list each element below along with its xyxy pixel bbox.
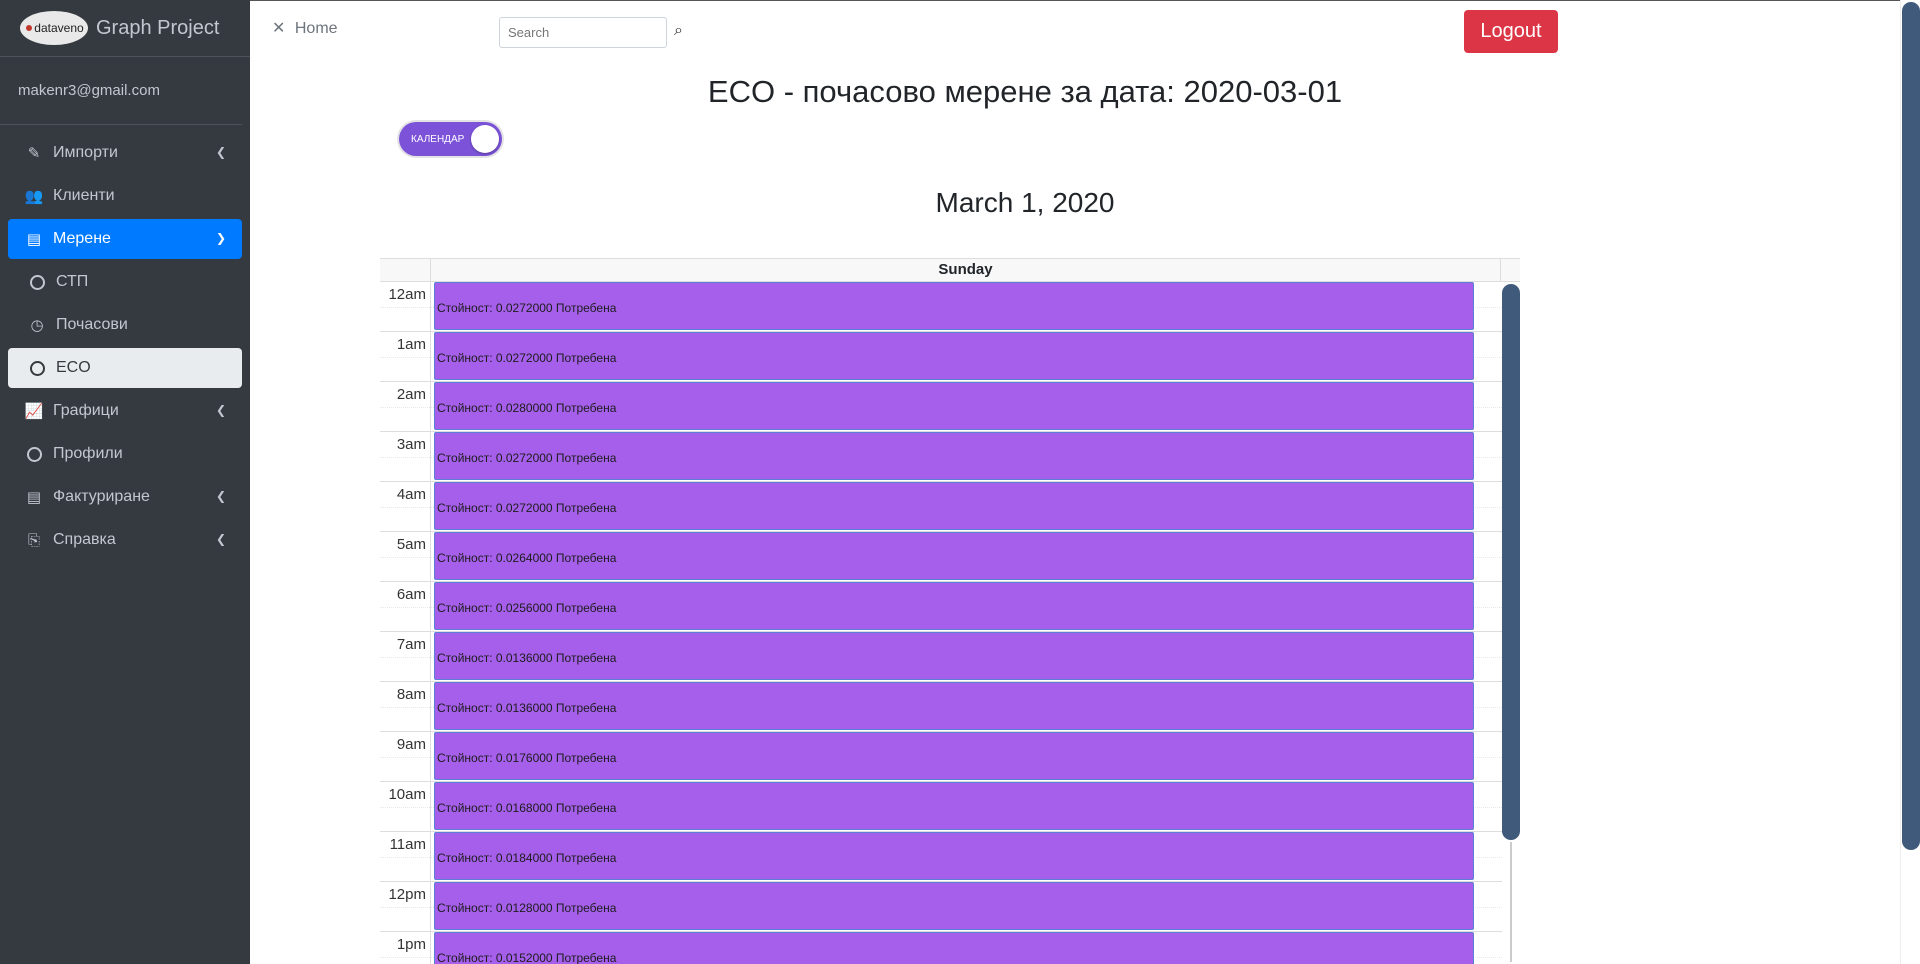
calendar-date: March 1, 2020 xyxy=(935,187,1115,218)
toggle-label: КАЛЕНДАР xyxy=(411,133,465,145)
sidebar-item-label: Справка xyxy=(53,531,116,548)
edit-icon: ✎ xyxy=(27,145,41,162)
topbar: ✕ Home ⌕ Logout xyxy=(250,0,1900,64)
circle-icon xyxy=(26,274,48,290)
page-title: ECO - почасово мерене за дата: 2020-03-0… xyxy=(707,74,1343,109)
calendar-event[interactable]: Стойност: 0.0280000 Потребена xyxy=(434,382,1474,430)
calendar-row: 6am Стойност: 0.0256000 Потребена xyxy=(380,582,1520,632)
search-input[interactable] xyxy=(499,17,667,48)
file-icon: ▤ xyxy=(26,231,42,248)
calendar-event[interactable]: Стойност: 0.0152000 Потребена xyxy=(434,932,1474,964)
sidebar-item-imports[interactable]: ✎ Импорти ❮ xyxy=(8,133,242,173)
logout-button[interactable]: Logout xyxy=(1464,10,1558,53)
calendar-header: Sunday xyxy=(380,258,1520,282)
user-panel[interactable]: makenr3@gmail.com xyxy=(0,57,242,125)
calendar-row: 2am Стойност: 0.0280000 Потребена xyxy=(380,382,1520,432)
sidebar-item-label: Мерене xyxy=(53,230,111,247)
sidebar-item-label: Импорти xyxy=(53,144,118,161)
circle-icon xyxy=(23,446,45,462)
calendar-event[interactable]: Стойност: 0.0176000 Потребена xyxy=(434,732,1474,780)
sidebar-item-label: Клиенти xyxy=(53,187,115,204)
calendar-row: 5am Стойност: 0.0264000 Потребена xyxy=(380,532,1520,582)
calendar-rows: 12am Стойност: 0.0272000 Потребена 1am Стой… xyxy=(380,282,1520,964)
calendar: Sunday 12am Стойност: 0.0272000 Потребена… xyxy=(380,258,1520,964)
chart-icon: 📈 xyxy=(24,403,44,420)
sidebar: dataveno Graph Project makenr3@gmail.com… xyxy=(0,0,250,964)
users-icon: 👥 xyxy=(24,188,44,205)
sidebar-item-label: ECO xyxy=(56,359,91,376)
calendar-event[interactable]: Стойност: 0.0184000 Потребена xyxy=(434,832,1474,880)
main-content: ✕ Home ⌕ Logout ECO - почасово мерене за… xyxy=(250,0,1900,964)
calendar-row: 1am Стойност: 0.0272000 Потребена xyxy=(380,332,1520,382)
sidebar-item-hourly[interactable]: ◷ Почасови xyxy=(8,305,242,345)
chevron-left-icon: ❮ xyxy=(215,489,226,503)
calendar-row: 8am Стойност: 0.0136000 Потребена xyxy=(380,682,1520,732)
calendar-event[interactable]: Стойност: 0.0168000 Потребена xyxy=(434,782,1474,830)
circle-icon xyxy=(26,360,48,376)
brand-logo: dataveno xyxy=(20,11,88,45)
sidebar-item-eco[interactable]: ECO xyxy=(8,348,242,388)
time-label: 1pm xyxy=(380,932,431,964)
calendar-row: 1pm Стойност: 0.0152000 Потребена xyxy=(380,932,1520,964)
time-gutter xyxy=(380,259,431,281)
sidebar-item-report[interactable]: ⎘ Справка ❮ xyxy=(8,520,242,560)
calendar-event[interactable]: Стойност: 0.0136000 Потребена xyxy=(434,682,1474,730)
calendar-event[interactable]: Стойност: 0.0256000 Потребена xyxy=(434,582,1474,630)
sidebar-item-stp[interactable]: СТП xyxy=(8,262,242,302)
chevron-left-icon: ❮ xyxy=(215,532,226,546)
chevron-left-icon: ❮ xyxy=(215,145,226,159)
report-icon: ⎘ xyxy=(27,531,40,549)
day-header: Sunday xyxy=(431,259,1501,281)
calendar-event[interactable]: Стойност: 0.0272000 Потребена xyxy=(434,482,1474,530)
sidebar-item-label: Фактуриране xyxy=(53,488,150,505)
chevron-left-icon: ❮ xyxy=(215,403,226,417)
calendar-row: 7am Стойност: 0.0136000 Потребена xyxy=(380,632,1520,682)
sidebar-item-measurement[interactable]: ▤ Мерене ❯ xyxy=(8,219,242,259)
brand[interactable]: dataveno Graph Project xyxy=(0,0,250,57)
calendar-scrollbar[interactable] xyxy=(1502,282,1520,964)
search-icon[interactable]: ⌕ xyxy=(674,22,683,40)
clock-icon: ◷ xyxy=(30,317,44,334)
calendar-event[interactable]: Стойност: 0.0272000 Потребена xyxy=(434,282,1474,330)
calendar-event[interactable]: Стойност: 0.0264000 Потребена xyxy=(434,532,1474,580)
calendar-toggle[interactable]: КАЛЕНДАР xyxy=(399,122,502,156)
scrollbar-track xyxy=(1510,842,1512,962)
sidebar-item-charts[interactable]: 📈 Графици ❮ xyxy=(8,391,242,431)
sidebar-item-label: СТП xyxy=(56,273,89,290)
calendar-event[interactable]: Стойност: 0.0128000 Потребена xyxy=(434,882,1474,930)
sidebar-nav: ✎ Импорти ❮ 👥 Клиенти ▤ Мерене ❯ СТП ◷ П… xyxy=(0,125,250,560)
page-scrollbar[interactable] xyxy=(1900,0,1920,964)
calendar-event[interactable]: Стойност: 0.0272000 Потребена xyxy=(434,332,1474,380)
sidebar-item-label: Профили xyxy=(53,445,123,462)
sidebar-item-clients[interactable]: 👥 Клиенти xyxy=(8,176,242,216)
sidebar-item-label: Почасови xyxy=(56,316,128,333)
calendar-row: 11am Стойност: 0.0184000 Потребена xyxy=(380,832,1520,882)
scrollbar-thumb[interactable] xyxy=(1502,284,1520,840)
calendar-row: 12pm Стойност: 0.0128000 Потребена xyxy=(380,882,1520,932)
sidebar-item-profiles[interactable]: Профили xyxy=(8,434,242,474)
brand-title: Graph Project xyxy=(96,16,220,39)
toggle-knob[interactable] xyxy=(471,125,499,153)
user-email: makenr3@gmail.com xyxy=(18,82,160,99)
home-link[interactable]: ✕ Home xyxy=(272,18,338,38)
chevron-down-icon: ❯ xyxy=(215,231,226,245)
brand-logo-text: dataveno xyxy=(34,21,84,35)
calendar-row: 3am Стойност: 0.0272000 Потребена xyxy=(380,432,1520,482)
close-icon[interactable]: ✕ xyxy=(272,20,285,37)
invoice-icon: ▤ xyxy=(26,489,42,506)
sidebar-item-invoicing[interactable]: ▤ Фактуриране ❮ xyxy=(8,477,242,517)
logo-dot-icon xyxy=(26,25,32,31)
sidebar-item-label: Графици xyxy=(53,402,119,419)
home-label[interactable]: Home xyxy=(295,20,338,37)
calendar-row: 4am Стойност: 0.0272000 Потребена xyxy=(380,482,1520,532)
calendar-event[interactable]: Стойност: 0.0272000 Потребена xyxy=(434,432,1474,480)
calendar-event[interactable]: Стойност: 0.0136000 Потребена xyxy=(434,632,1474,680)
calendar-row: 12am Стойност: 0.0272000 Потребена xyxy=(380,282,1520,332)
calendar-row: 10am Стойност: 0.0168000 Потребена xyxy=(380,782,1520,832)
page-scrollbar-thumb[interactable] xyxy=(1902,2,1920,850)
calendar-row: 9am Стойност: 0.0176000 Потребена xyxy=(380,732,1520,782)
